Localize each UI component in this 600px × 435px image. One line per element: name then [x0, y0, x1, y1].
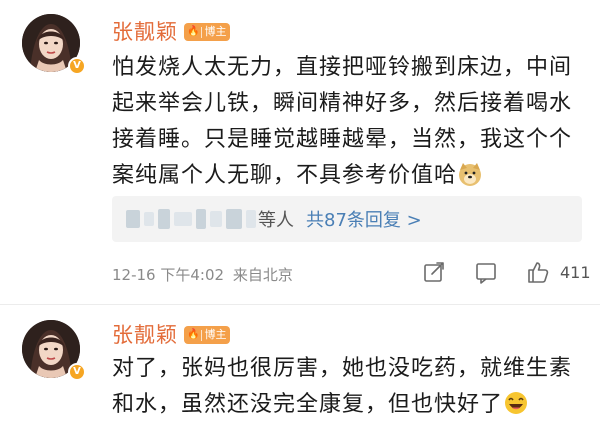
replies-summary[interactable]: 等人 共87条回复 > [112, 196, 582, 242]
share-icon[interactable] [420, 258, 448, 286]
comment-actions: 411 [420, 258, 591, 286]
doge-emoji-icon [459, 163, 482, 186]
verified-badge-icon: V [68, 57, 86, 75]
author-role-badge: 🔥 博主 [184, 23, 231, 41]
blurred-reply-names [126, 209, 256, 229]
role-badge-label: 博主 [204, 328, 227, 341]
flame-icon: 🔥 [187, 26, 200, 37]
comment-text: 怕发烧人太无力，直接把哑铃搬到床边，中间起来举会儿铁，瞬间精神好多，然后接着喝水… [112, 50, 582, 194]
comment-meta: 12-16 下午4:02 来自北京 [112, 264, 293, 285]
flame-icon: 🔥 [187, 329, 200, 340]
comment-icon[interactable] [472, 258, 500, 286]
comment-text: 对了，张妈也很厉害，她也没吃药，就维生素和水，虽然还没完全康复，但也快好了 [112, 351, 582, 423]
author-name[interactable]: 张靓颖 [112, 319, 178, 349]
comment-timestamp: 12-16 下午4:02 [112, 266, 225, 284]
reply-etc-label: 等人 [258, 210, 294, 231]
role-badge-label: 博主 [204, 25, 227, 38]
like-icon[interactable] [524, 258, 552, 286]
author-role-badge: 🔥 博主 [184, 326, 231, 344]
laugh-emoji-icon [505, 392, 528, 414]
reply-count-link[interactable]: 共87条回复 > [306, 206, 422, 232]
comment-source: 来自北京 [232, 266, 293, 284]
comment-divider [0, 304, 600, 305]
verified-badge-icon: V [68, 363, 86, 381]
like-count: 411 [560, 262, 591, 282]
author-name[interactable]: 张靓颖 [112, 16, 178, 46]
comment-text-content: 怕发烧人太无力，直接把哑铃搬到床边，中间起来举会儿铁，瞬间精神好多，然后接着喝水… [112, 55, 573, 188]
